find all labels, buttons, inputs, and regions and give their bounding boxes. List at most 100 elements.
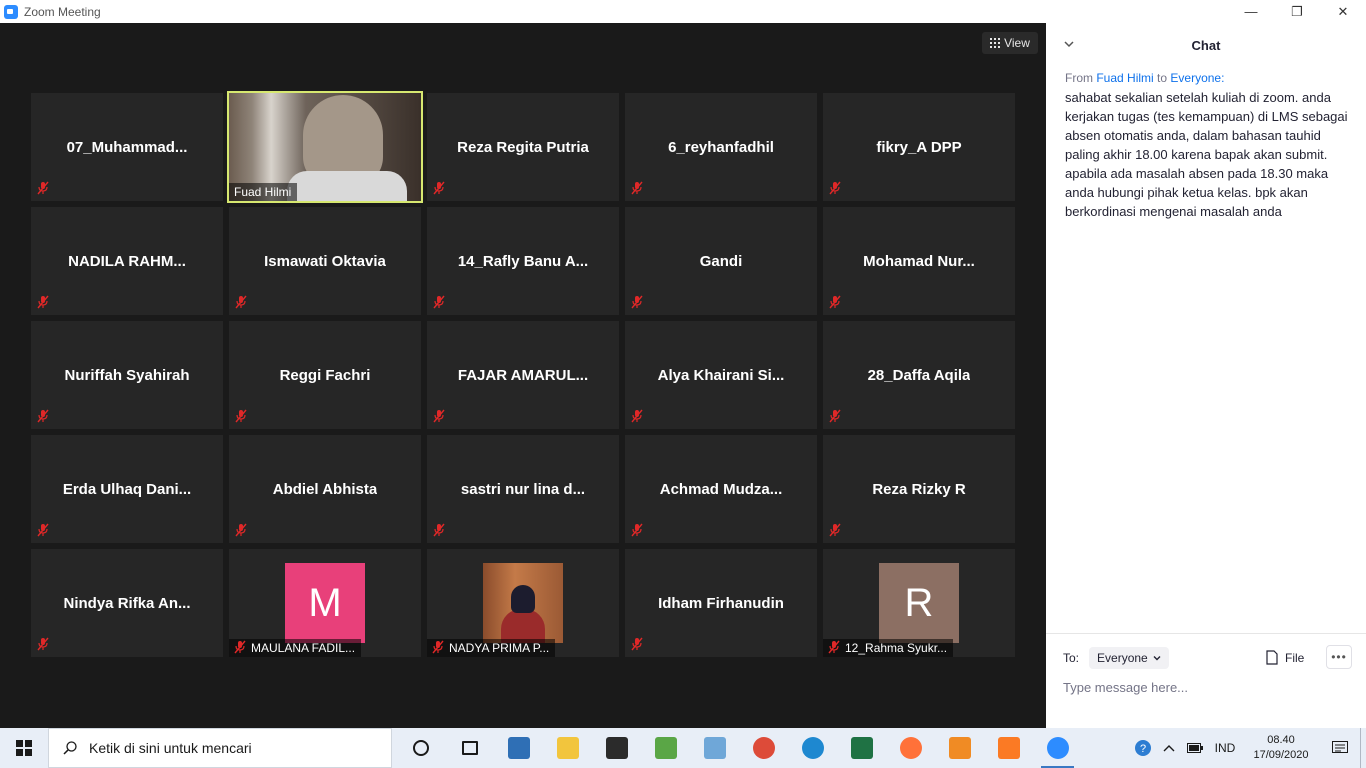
muted-mic-icon — [631, 295, 643, 309]
file-icon — [1266, 650, 1278, 665]
participant-tile[interactable]: sastri nur lina d... — [427, 435, 619, 543]
zoom-icon[interactable] — [1033, 728, 1082, 768]
muted-mic-icon — [432, 640, 444, 654]
store-icon[interactable] — [592, 728, 641, 768]
chevron-down-icon — [1153, 656, 1161, 661]
participant-name-label: NADYA PRIMA P... — [427, 639, 556, 657]
xampp-icon[interactable] — [984, 728, 1033, 768]
muted-mic-icon — [631, 637, 643, 651]
paint-icon[interactable] — [690, 728, 739, 768]
grid-view-icon — [990, 38, 1001, 48]
file-label: File — [1285, 650, 1305, 665]
sender-name[interactable]: Fuad Hilmi — [1096, 71, 1153, 85]
participant-tile[interactable]: Reza Regita Putria — [427, 93, 619, 201]
start-button[interactable] — [0, 728, 48, 768]
participant-name-label: Fuad Hilmi — [229, 183, 298, 201]
participant-tile[interactable]: Reggi Fachri — [229, 321, 421, 429]
firefox-icon[interactable] — [886, 728, 935, 768]
chat-message-header: From Fuad Hilmi to Everyone: — [1065, 71, 1348, 85]
participant-tile[interactable]: M MAULANA FADIL... — [229, 549, 421, 657]
virtualbox-icon[interactable] — [494, 728, 543, 768]
muted-mic-icon — [37, 295, 49, 309]
close-button[interactable]: ✕ — [1320, 0, 1366, 23]
participant-tile[interactable]: Fuad Hilmi — [227, 91, 423, 203]
participant-tile[interactable]: 14_Rafly Banu A... — [427, 207, 619, 315]
participant-name: Reza Rizky R — [872, 480, 966, 498]
taskbar-search[interactable] — [48, 728, 392, 768]
divider — [1046, 633, 1366, 634]
excel-icon[interactable] — [837, 728, 886, 768]
minimize-button[interactable]: — — [1228, 0, 1274, 23]
chevron-up-icon[interactable] — [1156, 728, 1182, 768]
participant-tile[interactable]: Abdiel Abhista — [229, 435, 421, 543]
edge-icon[interactable] — [788, 728, 837, 768]
chevron-down-icon[interactable] — [1064, 39, 1074, 49]
taskbar: ? IND 08.40 17/09/2020 — [0, 728, 1366, 768]
chat-title: Chat — [1191, 37, 1221, 53]
participant-tile[interactable]: Gandi — [625, 207, 817, 315]
participant-tile[interactable]: 07_Muhammad... — [31, 93, 223, 201]
task-manager-icon[interactable] — [641, 728, 690, 768]
participant-tile[interactable]: NADYA PRIMA P... — [427, 549, 619, 657]
chrome-icon[interactable] — [739, 728, 788, 768]
chat-messages: From Fuad Hilmi to Everyone: sahabat sek… — [1046, 67, 1366, 221]
clock[interactable]: 08.40 17/09/2020 — [1242, 733, 1320, 763]
file-explorer-icon[interactable] — [543, 728, 592, 768]
svg-text:?: ? — [1140, 743, 1146, 755]
participant-name: 14_Rafly Banu A... — [457, 252, 589, 270]
help-icon[interactable]: ? — [1130, 728, 1156, 768]
muted-mic-icon — [234, 640, 246, 654]
participant-tile[interactable]: Ismawati Oktavia — [229, 207, 421, 315]
participant-tile[interactable]: Nuriffah Syahirah — [31, 321, 223, 429]
participant-tile[interactable]: R 12_Rahma Syukr... — [823, 549, 1015, 657]
participant-name: Fuad Hilmi — [234, 185, 292, 199]
language-indicator[interactable]: IND — [1208, 728, 1242, 768]
task-view-icon[interactable] — [445, 728, 494, 768]
participant-tile[interactable]: Idham Firhanudin — [625, 549, 817, 657]
participant-tile[interactable]: Erda Ulhaq Dani... — [31, 435, 223, 543]
participant-tile[interactable]: Nindya Rifka An... — [31, 549, 223, 657]
more-options-button[interactable]: ••• — [1326, 645, 1352, 669]
participant-tile[interactable]: fikry_A DPP — [823, 93, 1015, 201]
muted-mic-icon — [37, 523, 49, 537]
maximize-button[interactable]: ❐ — [1274, 0, 1320, 23]
battery-icon[interactable] — [1182, 728, 1208, 768]
participant-tile[interactable]: Reza Rizky R — [823, 435, 1015, 543]
sublime-icon[interactable] — [935, 728, 984, 768]
muted-mic-icon — [829, 181, 841, 195]
chat-message-input[interactable] — [1063, 676, 1343, 698]
participant-tile[interactable]: Mohamad Nur... — [823, 207, 1015, 315]
chat-header: Chat — [1046, 23, 1366, 67]
search-input[interactable] — [89, 740, 369, 756]
view-label: View — [1004, 36, 1030, 50]
cortana-icon[interactable] — [396, 728, 445, 768]
view-button[interactable]: View — [982, 32, 1038, 54]
participant-name: MAULANA FADIL... — [251, 641, 356, 655]
notification-icon[interactable] — [1320, 741, 1360, 755]
muted-mic-icon — [433, 409, 445, 423]
participant-name: NADYA PRIMA P... — [449, 641, 550, 655]
chat-recipient-row: To: Everyone — [1063, 647, 1169, 669]
recipient-value: Everyone — [1097, 651, 1148, 665]
show-desktop-button[interactable] — [1360, 728, 1366, 768]
participant-tile[interactable]: 6_reyhanfadhil — [625, 93, 817, 201]
chat-panel: Chat From Fuad Hilmi to Everyone: sahaba… — [1046, 23, 1366, 728]
muted-mic-icon — [829, 295, 841, 309]
muted-mic-icon — [37, 181, 49, 195]
participant-name: Erda Ulhaq Dani... — [62, 480, 192, 498]
participant-tile[interactable]: NADILA RAHM... — [31, 207, 223, 315]
participant-name: 6_reyhanfadhil — [668, 138, 774, 156]
participant-tile[interactable]: Achmad Mudza... — [625, 435, 817, 543]
participant-name: Idham Firhanudin — [658, 594, 784, 612]
participant-tile[interactable]: Alya Khairani Si... — [625, 321, 817, 429]
file-button[interactable]: File — [1266, 650, 1304, 665]
recipient-dropdown[interactable]: Everyone — [1089, 647, 1169, 669]
participant-tile[interactable]: 28_Daffa Aqila — [823, 321, 1015, 429]
to-word: to — [1157, 71, 1168, 85]
to-label: To: — [1063, 651, 1080, 665]
participant-name: 12_Rahma Syukr... — [845, 641, 948, 655]
participant-avatar: R — [879, 563, 959, 643]
participant-tile[interactable]: FAJAR AMARUL... — [427, 321, 619, 429]
participant-name: NADILA RAHM... — [68, 252, 186, 270]
muted-mic-icon — [828, 640, 840, 654]
